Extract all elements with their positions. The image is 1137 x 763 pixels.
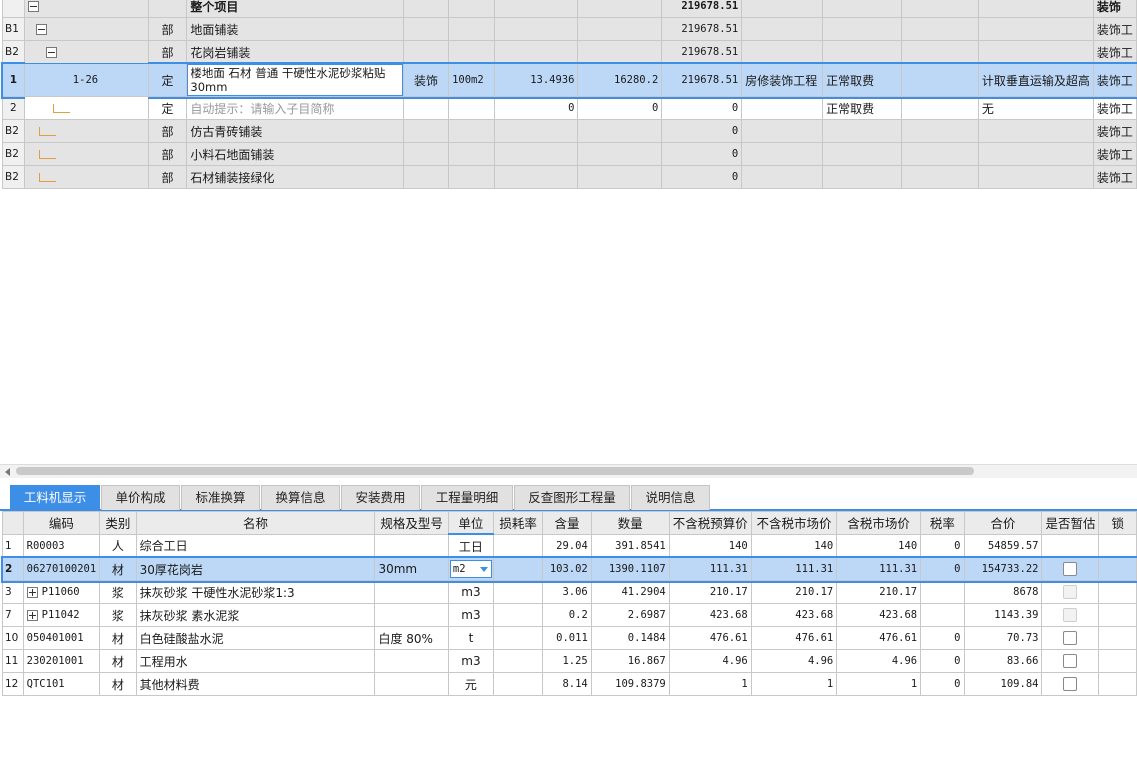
resource-code: P11060 (41, 586, 80, 598)
collapse-icon[interactable] (27, 1, 39, 12)
scrollbar-thumb[interactable] (16, 467, 974, 475)
table-row-selected[interactable]: 2 06270100201 材 30厚花岗岩 30mm m2 103.02 1390.1107… (0, 555, 1137, 583)
tree-line-icon (38, 173, 56, 182)
collapse-icon[interactable] (45, 47, 57, 58)
collapse-icon[interactable] (35, 24, 47, 35)
table-header: 编码 类别 名称 规格及型号 单位 损耗率 含量 数量 不含税预算价 不含税市场… (2, 511, 1137, 535)
tab-install-fees[interactable]: 安装费用 (341, 485, 420, 510)
tree-line-icon (38, 127, 56, 136)
resource-grid: 编码 类别 名称 规格及型号 单位 损耗率 含量 数量 不含税预算价 不含税市场… (0, 511, 1137, 696)
detail-tab-bar: 工料机显示 单价构成 标准换算 换算信息 安装费用 工程量明细 反查图形工程量 … (0, 479, 1137, 511)
table-row[interactable]: 3 P11060 浆抹灰砂浆 干硬性水泥砂浆1:3 m3 3.06 41.2904 210.… (2, 580, 1137, 604)
resource-code: QTC101 (26, 678, 65, 690)
table-row[interactable]: B1 部 地面铺装 219678.51 装饰工 (2, 17, 1137, 41)
table-row[interactable]: 12 QTC101 材其他材料费元 8.14 109.8379 1 1 1 0 109.84 (2, 672, 1137, 696)
resource-code: R00003 (26, 539, 65, 552)
provisional-checkbox[interactable] (1063, 631, 1078, 646)
chevron-down-icon[interactable] (479, 567, 488, 572)
tab-unit-price-composition[interactable]: 单价构成 (101, 485, 180, 510)
tab-labor-material-machine[interactable]: 工料机显示 (10, 485, 100, 510)
table-row[interactable]: 2 定 自动提示：请输入子目简称 0 0 0 正常取费 无 装饰工 (2, 96, 1137, 120)
project-item-grid: 整个项目 219678.51 装饰 B1 部 地面铺装 219678.51 装饰… (0, 0, 1137, 189)
resource-code: P11042 (41, 609, 80, 621)
scroll-left-icon[interactable] (5, 468, 10, 476)
project-root-row[interactable]: 整个项目 219678.51 装饰 (2, 0, 1137, 18)
table-row[interactable]: 7 P11042 浆抹灰砂浆 素水泥浆 m3 0.2 2.6987 423.68 423.68… (2, 603, 1137, 627)
tab-standard-conversion[interactable]: 标准换算 (181, 485, 260, 510)
expand-icon[interactable] (26, 586, 38, 598)
tab-description-info[interactable]: 说明信息 (631, 485, 710, 510)
resource-code: 06270100201 (26, 563, 97, 575)
table-row[interactable]: 11 230201001 材工程用水 m3 1.25 16.867 4.96 4.96 4.96… (2, 649, 1137, 673)
table-row[interactable]: B2 部 花岗岩铺装 219678.51 装饰工 (2, 40, 1137, 64)
tab-quantity-detail[interactable]: 工程量明细 (421, 485, 513, 510)
tree-line-icon (38, 150, 56, 159)
unit-select[interactable]: m2 (449, 560, 492, 578)
table-row-selected[interactable]: 1 1-26 定 楼地面 石材 普通 干硬性水泥砂浆粘贴30mm 装饰 100m… (0, 61, 1137, 99)
table-row[interactable]: B2 部 仿古青砖铺装 0 装饰工 (2, 119, 1137, 143)
auto-hint-input[interactable]: 自动提示：请输入子目简称 (186, 96, 405, 120)
item-name-editor[interactable]: 楼地面 石材 普通 干硬性水泥砂浆粘贴30mm (187, 64, 403, 96)
table-row[interactable]: B2 部 石材铺装接绿化 0 装饰工 (2, 165, 1137, 189)
resource-code: 050401001 (26, 632, 84, 644)
table-row[interactable]: B2 部 小料石地面铺装 0 装饰工 (2, 142, 1137, 166)
expand-icon[interactable] (26, 609, 38, 621)
provisional-checkbox (1063, 608, 1078, 623)
table-row[interactable]: 1 R00003 人综合工日 工日 29.04 391.8541 140 140 140 0 548… (2, 533, 1137, 558)
tab-reverse-check-quantity[interactable]: 反查图形工程量 (514, 485, 630, 510)
provisional-checkbox[interactable] (1063, 562, 1078, 577)
tab-conversion-info[interactable]: 换算信息 (261, 485, 340, 510)
provisional-checkbox (1063, 585, 1078, 600)
tree-line-icon (52, 104, 70, 113)
table-row[interactable]: 10 050401001 材白色硅酸盐水泥 白度 80% t 0.011 0.1484 476… (2, 626, 1137, 650)
horizontal-scrollbar[interactable] (0, 464, 1137, 478)
provisional-checkbox[interactable] (1063, 654, 1078, 669)
resource-code: 230201001 (26, 655, 84, 667)
provisional-checkbox[interactable] (1063, 677, 1078, 692)
